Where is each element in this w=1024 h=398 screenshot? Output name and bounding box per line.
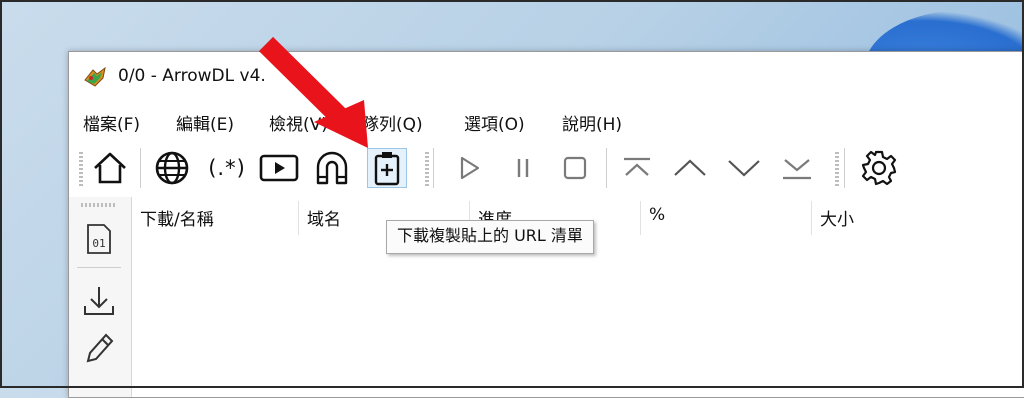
toolbar: (.*) [69, 140, 1024, 196]
sidebar-edit-button[interactable] [79, 329, 119, 369]
title-bar: 0/0 - ArrowDL v4. [69, 52, 1024, 98]
column-header-name[interactable]: 下載/名稱 [132, 197, 298, 237]
menu-edit[interactable]: 編輯(E) [176, 110, 234, 135]
column-header-size[interactable]: 大小 [812, 197, 1012, 237]
move-down-button[interactable] [724, 148, 764, 188]
column-header-percent[interactable]: % [641, 197, 811, 237]
binary-file-icon: 01 [87, 224, 111, 254]
gear-icon [861, 150, 897, 186]
home-icon [94, 152, 126, 184]
move-bottom-button[interactable] [777, 148, 817, 188]
column-header-size-label: 大小 [820, 210, 854, 230]
start-button[interactable] [449, 148, 489, 188]
binary-file-label: 01 [92, 237, 105, 250]
sidebar-grip[interactable] [81, 203, 115, 207]
download-icon [84, 287, 114, 315]
toolbar-separator [606, 148, 607, 188]
web-button[interactable] [152, 148, 192, 188]
toolbar-separator [844, 148, 845, 188]
settings-button[interactable] [859, 148, 899, 188]
arrowdl-logo-icon [84, 66, 106, 87]
sidebar-separator [77, 267, 121, 268]
chevron-up-icon [674, 159, 706, 176]
globe-icon [155, 151, 189, 185]
pencil-icon [86, 333, 114, 363]
annotation-arrow [258, 36, 368, 148]
home-button[interactable] [90, 148, 130, 188]
toolbar-grip[interactable] [425, 152, 429, 186]
chevron-down-icon [728, 160, 760, 177]
menu-options[interactable]: 選項(O) [464, 110, 525, 135]
menu-bar: 檔案(F) 編輯(E) 檢視(V) 隊列(Q) 選項(O) 說明(H) [69, 104, 1024, 138]
sidebar-binary-button[interactable]: 01 [79, 219, 119, 259]
toolbar-grip[interactable] [835, 152, 839, 186]
toolbar-separator [140, 148, 141, 188]
stop-icon [563, 156, 587, 180]
menu-file[interactable]: 檔案(F) [83, 110, 140, 135]
column-header-domain-label: 域名 [307, 210, 341, 230]
sidebar: 01 [69, 197, 132, 397]
move-top-icon [624, 157, 650, 176]
toolbar-separator [433, 148, 434, 188]
pause-icon [517, 159, 529, 177]
stop-button[interactable] [555, 148, 595, 188]
move-up-button[interactable] [670, 148, 710, 188]
pause-button[interactable] [503, 148, 543, 188]
toolbar-grip[interactable] [79, 152, 83, 186]
column-header-percent-label: % [649, 205, 666, 225]
play-icon [460, 156, 480, 180]
menu-help[interactable]: 說明(H) [562, 110, 622, 135]
sidebar-download-button[interactable] [79, 281, 119, 321]
column-header-name-label: 下載/名稱 [140, 210, 214, 230]
move-top-button[interactable] [617, 148, 657, 188]
paste-urls-tooltip: 下載複製貼上的 URL 清單 [386, 220, 594, 254]
move-bottom-icon [783, 159, 811, 180]
